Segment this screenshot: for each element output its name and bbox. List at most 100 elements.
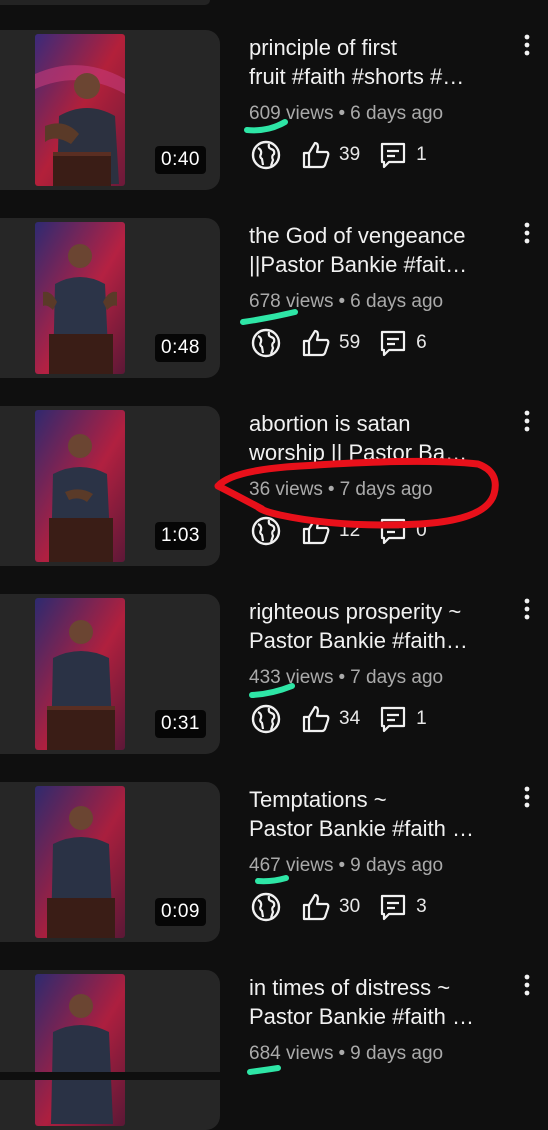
more-vert-icon[interactable] [520,596,534,624]
meta-separator: • [338,1043,346,1064]
more-vert-icon[interactable] [520,32,534,60]
video-duration: 0:40 [155,146,206,174]
video-title-line: Pastor Bankie #faith … [249,816,475,841]
comment-count: 0 [416,520,427,541]
video-meta: 678 views • 6 days ago [249,291,443,313]
comment-count: 1 [416,144,427,165]
like-count: 30 [339,896,361,917]
view-count: 467 views [249,855,334,876]
video-duration: 1:03 [155,522,206,550]
thumbnail-image [35,34,125,186]
video-row[interactable]: 1:03 abortion is satan worship || Pastor… [0,406,548,566]
video-meta: 36 views • 7 days ago [249,479,433,501]
meta-separator: • [338,667,346,688]
comment-icon[interactable] [376,890,410,924]
video-meta: 467 views • 9 days ago [249,855,443,877]
video-stats: 34 1 [249,702,443,736]
thumbs-up-icon[interactable] [299,326,333,360]
view-count: 684 views [249,1043,334,1064]
upload-age: 6 days ago [350,291,444,312]
video-row[interactable]: 0:31 righteous prosperity ~ Pastor Banki… [0,594,548,754]
view-count: 433 views [249,667,334,688]
video-stats: 39 1 [249,138,443,172]
more-vert-icon[interactable] [520,408,534,436]
video-stats: 12 0 [249,514,443,548]
meta-separator: • [327,479,335,500]
more-vert-icon[interactable] [520,220,534,248]
video-duration: 0:31 [155,710,206,738]
video-title[interactable]: the God of vengeance ||Pastor Bankie #fa… [249,221,513,279]
video-title[interactable]: Temptations ~ Pastor Bankie #faith … [249,785,513,843]
video-duration: 0:09 [155,898,206,926]
like-count: 39 [339,144,361,165]
video-thumbnail[interactable]: 0:40 [0,30,220,190]
upload-age: 6 days ago [350,103,444,124]
video-meta: 684 views • 9 days ago [249,1043,443,1065]
video-title-line: in times of distress ~ [249,975,451,1000]
globe-icon[interactable] [249,890,283,924]
thumbs-up-icon[interactable] [299,890,333,924]
thumbnail-image [35,974,125,1126]
video-title-line: Pastor Bankie #faith … [249,1004,475,1029]
video-thumbnail[interactable]: 1:03 [0,406,220,566]
video-duration: 0:48 [155,334,206,362]
video-title-line: ||Pastor Bankie #fait… [249,252,468,277]
video-title-line: principle of first [249,35,397,60]
video-list: 0:40 principle of first fruit #faith #sh… [0,0,548,1130]
video-row[interactable]: 0:09 Temptations ~ Pastor Bankie #faith … [0,782,548,942]
meta-separator: • [338,291,346,312]
video-thumbnail[interactable]: 0:48 [0,218,220,378]
video-title[interactable]: principle of first fruit #faith #shorts … [249,33,513,91]
video-title-line: the God of vengeance [249,223,466,248]
globe-icon[interactable] [249,138,283,172]
video-row[interactable]: 0:48 the God of vengeance ||Pastor Banki… [0,218,548,378]
upload-age: 7 days ago [350,667,444,688]
video-stats: 30 3 [249,890,443,924]
like-count: 12 [339,520,361,541]
bottom-edge [0,1072,548,1080]
video-title-line: Temptations ~ [249,787,387,812]
video-title[interactable]: abortion is satan worship || Pastor Ba… [249,409,513,467]
upload-age: 7 days ago [339,479,433,500]
comment-icon[interactable] [376,514,410,548]
video-title-line: worship || Pastor Ba… [249,440,468,465]
like-count: 34 [339,708,361,729]
globe-icon[interactable] [249,702,283,736]
thumbnail-image [35,410,125,562]
video-title-line: Pastor Bankie #faith… [249,628,468,653]
view-count: 678 views [249,291,334,312]
video-title-line: fruit #faith #shorts #… [249,64,465,89]
view-count: 609 views [249,103,334,124]
comment-count: 6 [416,332,427,353]
thumbs-up-icon[interactable] [299,702,333,736]
thumbs-up-icon[interactable] [299,138,333,172]
video-title[interactable]: righteous prosperity ~ Pastor Bankie #fa… [249,597,513,655]
video-thumbnail[interactable]: 0:31 [0,594,220,754]
video-title-line: righteous prosperity ~ [249,599,462,624]
like-count: 59 [339,332,361,353]
more-vert-icon[interactable] [520,972,534,1000]
thumbnail-image [35,786,125,938]
meta-separator: • [338,103,346,124]
thumbnail-image [35,598,125,750]
thumbs-up-icon[interactable] [299,514,333,548]
video-row[interactable]: 0:40 principle of first fruit #faith #sh… [0,30,548,190]
comment-icon[interactable] [376,326,410,360]
comment-icon[interactable] [376,138,410,172]
video-meta: 609 views • 6 days ago [249,103,443,125]
thumbnail-image [35,222,125,374]
video-thumbnail[interactable] [0,970,220,1130]
globe-icon[interactable] [249,326,283,360]
more-vert-icon[interactable] [520,784,534,812]
globe-icon[interactable] [249,514,283,548]
comment-count: 1 [416,708,427,729]
video-title[interactable]: in times of distress ~ Pastor Bankie #fa… [249,973,513,1031]
video-stats: 59 6 [249,326,443,360]
view-count: 36 views [249,479,323,500]
video-meta: 433 views • 7 days ago [249,667,443,689]
meta-separator: • [338,855,346,876]
video-thumbnail[interactable]: 0:09 [0,782,220,942]
upload-age: 9 days ago [350,855,444,876]
video-row[interactable]: in times of distress ~ Pastor Bankie #fa… [0,970,548,1130]
comment-icon[interactable] [376,702,410,736]
